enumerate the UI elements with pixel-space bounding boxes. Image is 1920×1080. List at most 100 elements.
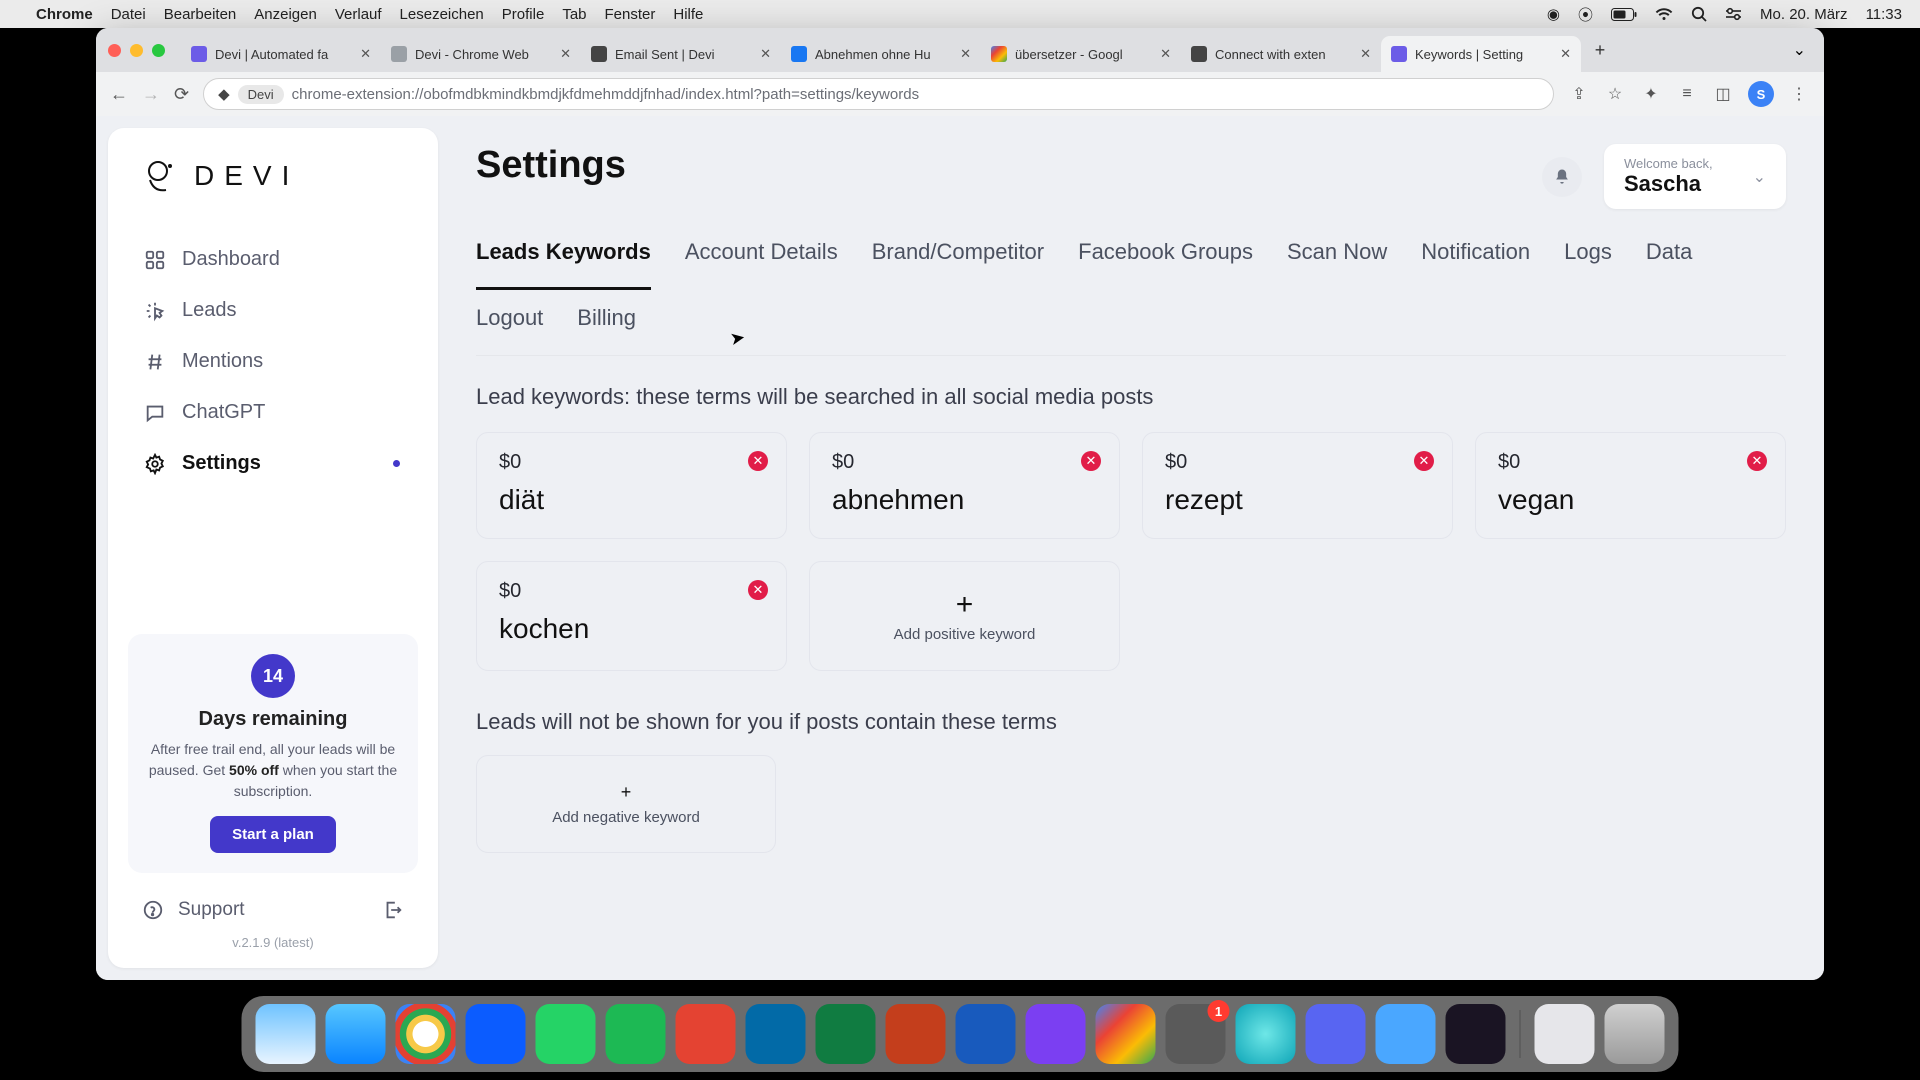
dock-finder-icon[interactable] [256,1004,316,1064]
chrome-menu-icon[interactable]: ⋮ [1788,84,1810,104]
tabs-dropdown-icon[interactable]: ⌄ [1787,40,1812,60]
window-minimize-button[interactable] [130,44,143,57]
playback-icon[interactable]: ⦿ [1578,4,1593,25]
browser-tab[interactable]: Email Sent | Devi✕ [581,36,781,72]
site-badge[interactable]: Devi [238,85,284,104]
sidebar-item-leads[interactable]: Leads [128,285,418,336]
reading-list-icon[interactable]: ≡ [1676,85,1698,103]
dock-system-settings-icon[interactable]: 1 [1166,1004,1226,1064]
tab-notification[interactable]: Notification [1421,239,1530,275]
start-plan-button[interactable]: Start a plan [210,816,336,853]
sidebar-item-settings[interactable]: Settings [128,438,418,489]
menu-anzeigen[interactable]: Anzeigen [254,6,317,23]
dock-voice-memos-icon[interactable] [1446,1004,1506,1064]
dock-trash-icon[interactable] [1605,1004,1665,1064]
add-positive-label: Add positive keyword [894,626,1036,643]
menu-tab[interactable]: Tab [562,6,586,23]
address-bar[interactable]: ◆ Devi chrome-extension://obofmdbkmindkb… [203,78,1554,110]
menu-bearbeiten[interactable]: Bearbeiten [164,6,237,23]
menubar-date[interactable]: Mo. 20. März [1760,6,1848,23]
browser-tab[interactable]: Devi | Automated fa✕ [181,36,381,72]
menu-lesezeichen[interactable]: Lesezeichen [400,6,484,23]
share-icon[interactable]: ⇪ [1568,84,1590,104]
tab-scan-now[interactable]: Scan Now [1287,239,1387,275]
search-icon[interactable] [1691,6,1707,22]
extensions-icon[interactable]: ✦ [1640,84,1662,104]
brand-logo[interactable]: DEVI [108,156,438,220]
bookmark-icon[interactable]: ☆ [1604,84,1626,104]
notifications-button[interactable] [1542,157,1582,197]
dock-safari-icon[interactable] [326,1004,386,1064]
menu-datei[interactable]: Datei [111,6,146,23]
sidebar-item-chatgpt[interactable]: ChatGPT [128,387,418,438]
dock-whatsapp-icon[interactable] [536,1004,596,1064]
window-maximize-button[interactable] [152,44,165,57]
dock-imovie-icon[interactable] [1026,1004,1086,1064]
dock-excel-icon[interactable] [816,1004,876,1064]
sidebar-item-dashboard[interactable]: Dashboard [128,234,418,285]
browser-tab[interactable]: Devi - Chrome Web✕ [381,36,581,72]
new-tab-button[interactable]: + [1585,40,1615,61]
close-tab-icon[interactable]: ✕ [1560,46,1571,62]
tab-billing[interactable]: Billing [577,305,636,341]
dock-quicktime-icon[interactable] [1376,1004,1436,1064]
user-menu[interactable]: Welcome back, Sascha ⌄ [1604,144,1786,209]
control-center-icon[interactable] [1725,7,1742,21]
menu-hilfe[interactable]: Hilfe [673,6,703,23]
dock-chrome-icon[interactable] [396,1004,456,1064]
battery-icon[interactable] [1611,8,1637,21]
tab-data[interactable]: Data [1646,239,1692,275]
menubar-app-name[interactable]: Chrome [36,6,93,23]
sidebar-support[interactable]: Support [108,885,438,935]
browser-tab[interactable]: übersetzer - Googl✕ [981,36,1181,72]
tab-brand-competitor[interactable]: Brand/Competitor [872,239,1044,275]
back-button[interactable]: ← [110,84,128,105]
browser-tab[interactable]: Abnehmen ohne Hu✕ [781,36,981,72]
close-tab-icon[interactable]: ✕ [1360,46,1371,62]
tab-logs[interactable]: Logs [1564,239,1612,275]
bell-icon [1552,167,1572,187]
browser-tab-active[interactable]: Keywords | Setting✕ [1381,36,1581,72]
side-panel-icon[interactable]: ◫ [1712,84,1734,104]
close-tab-icon[interactable]: ✕ [960,46,971,62]
tab-logout[interactable]: Logout [476,305,543,341]
dock-zoom-icon[interactable] [466,1004,526,1064]
close-tab-icon[interactable]: ✕ [360,46,371,62]
tab-facebook-groups[interactable]: Facebook Groups [1078,239,1253,275]
delete-keyword-button[interactable]: ✕ [748,580,768,600]
delete-keyword-button[interactable]: ✕ [1414,451,1434,471]
macos-dock: 1 [242,996,1679,1072]
close-tab-icon[interactable]: ✕ [560,46,571,62]
dock-google-drive-icon[interactable] [1096,1004,1156,1064]
add-positive-keyword-button[interactable]: + Add positive keyword [809,561,1120,671]
browser-tab[interactable]: Connect with exten✕ [1181,36,1381,72]
add-negative-keyword-button[interactable]: + Add negative keyword [476,755,776,853]
dock-spotify-icon[interactable] [606,1004,666,1064]
delete-keyword-button[interactable]: ✕ [748,451,768,471]
delete-keyword-button[interactable]: ✕ [1081,451,1101,471]
tab-account-details[interactable]: Account Details [685,239,838,275]
dock-trello-icon[interactable] [746,1004,806,1064]
dock-powerpoint-icon[interactable] [886,1004,946,1064]
forward-button[interactable]: → [142,84,160,105]
menu-profile[interactable]: Profile [502,6,545,23]
record-icon[interactable]: ◉ [1547,5,1560,23]
dock-todoist-icon[interactable] [676,1004,736,1064]
reload-button[interactable]: ⟳ [174,84,189,105]
wifi-icon[interactable] [1655,7,1673,21]
menu-verlauf[interactable]: Verlauf [335,6,382,23]
menubar-time[interactable]: 11:33 [1866,6,1902,23]
menu-fenster[interactable]: Fenster [605,6,656,23]
dock-preview-icon[interactable] [1535,1004,1595,1064]
window-close-button[interactable] [108,44,121,57]
logout-icon[interactable] [382,899,404,921]
delete-keyword-button[interactable]: ✕ [1747,451,1767,471]
sidebar-item-mentions[interactable]: Mentions [128,336,418,387]
profile-avatar[interactable]: S [1748,81,1774,107]
close-tab-icon[interactable]: ✕ [1160,46,1171,62]
close-tab-icon[interactable]: ✕ [760,46,771,62]
dock-app-icon[interactable] [1236,1004,1296,1064]
dock-word-icon[interactable] [956,1004,1016,1064]
tab-leads-keywords[interactable]: Leads Keywords [476,239,651,290]
dock-discord-icon[interactable] [1306,1004,1366,1064]
